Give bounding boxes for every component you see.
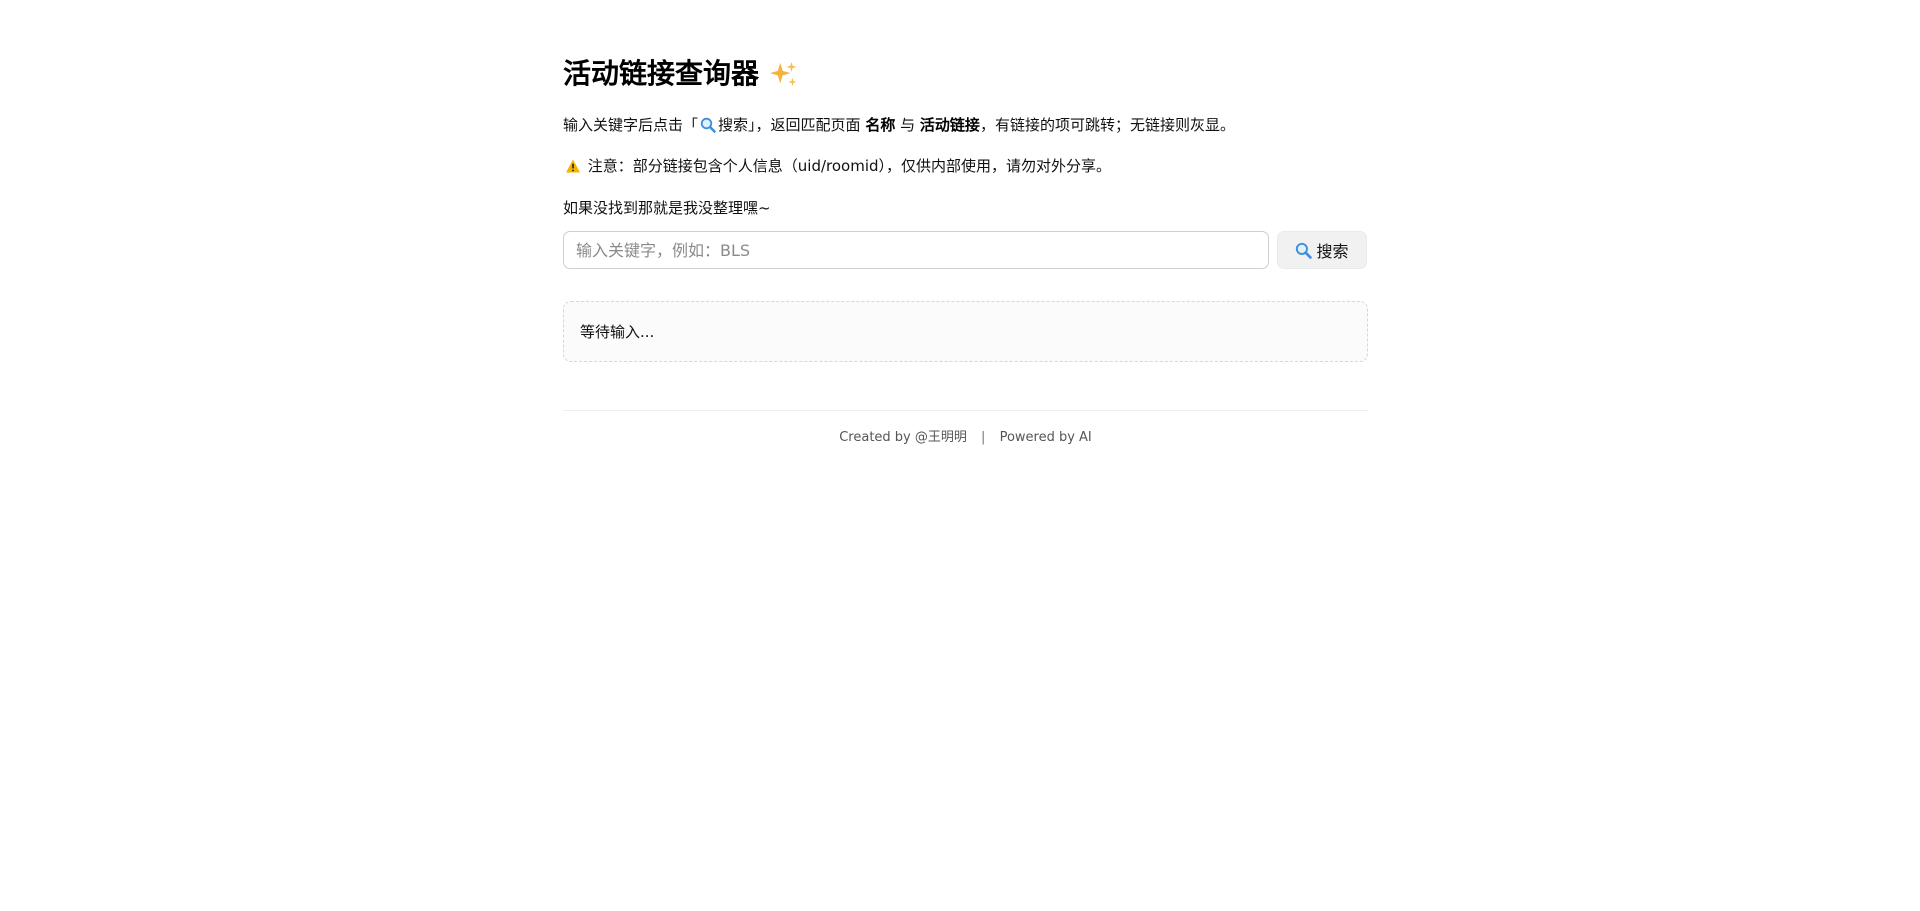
footer-powered-by: Powered by AI <box>999 430 1092 445</box>
page-title: 活动链接查询器 <box>563 52 1368 96</box>
magnifier-icon <box>1296 242 1313 259</box>
search-row: 搜索 <box>563 231 1368 269</box>
page-title-text: 活动链接查询器 <box>563 57 760 90</box>
search-button[interactable]: 搜索 <box>1277 231 1367 269</box>
intro-bold-name: 名称 <box>865 116 896 134</box>
note-paragraph: 如果没找到那就是我没整理嘿~ <box>563 197 1368 219</box>
intro-search-word: 搜索 <box>718 116 749 134</box>
result-status: 等待输入... <box>580 323 655 341</box>
sparkles-icon <box>769 61 797 87</box>
footer-separator: | <box>981 430 986 445</box>
page: 活动链接查询器 输入关键字后点击「 搜索」，返回匹配页面 名称 与 活动链接，有… <box>0 0 1920 911</box>
intro-text-before: 输入关键字后点击「 <box>563 116 699 134</box>
result-panel: 等待输入... <box>563 301 1368 362</box>
intro-bold-link: 活动链接 <box>919 116 980 134</box>
magnifier-icon <box>700 117 716 133</box>
warning-icon <box>566 159 580 173</box>
intro-paragraph: 输入关键字后点击「 搜索」，返回匹配页面 名称 与 活动链接，有链接的项可跳转；… <box>563 114 1368 136</box>
warning-paragraph: 注意：部分链接包含个人信息（uid/roomid），仅供内部使用，请勿对外分享。 <box>563 155 1368 177</box>
intro-text-mid2: 与 <box>900 116 916 134</box>
footer-divider <box>563 410 1368 411</box>
intro-text-after: ，有链接的项可跳转；无链接则灰显。 <box>979 116 1235 134</box>
note-text: 如果没找到那就是我没整理嘿~ <box>563 199 771 217</box>
search-input[interactable] <box>563 231 1269 269</box>
main-container: 活动链接查询器 输入关键字后点击「 搜索」，返回匹配页面 名称 与 活动链接，有… <box>563 52 1368 447</box>
footer-created-by: Created by @王明明 <box>839 430 967 445</box>
warning-text: 注意：部分链接包含个人信息（uid/roomid），仅供内部使用，请勿对外分享。 <box>587 157 1112 175</box>
footer: Created by @王明明 | Powered by AI <box>563 429 1368 447</box>
search-button-label: 搜索 <box>1316 242 1349 261</box>
intro-text-mid1: 」，返回匹配页面 <box>748 116 861 134</box>
